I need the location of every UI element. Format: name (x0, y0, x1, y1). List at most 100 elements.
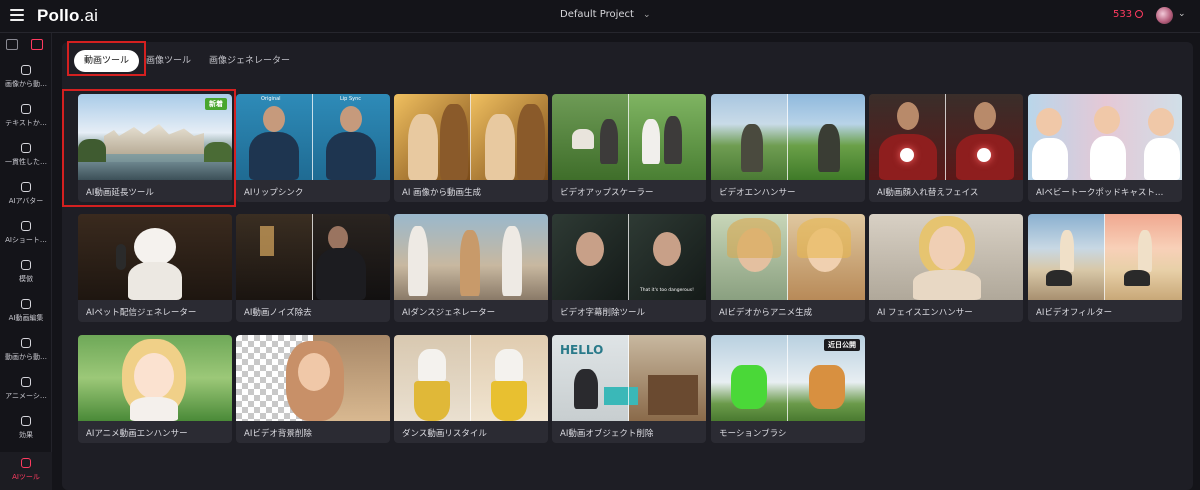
sidebar: 画像から動… テキストか… 一貫性した… AIアバター AIショート… 模倣 A… (0, 33, 52, 490)
split-divider (470, 335, 471, 421)
split-divider (312, 214, 313, 300)
tool-card-lip-sync[interactable]: Original Lip Sync AIリップシンク (236, 94, 390, 202)
body-shape (249, 132, 299, 180)
face-shape (576, 232, 604, 266)
sidebar-item-animation[interactable]: アニメーシ… (0, 377, 52, 415)
card-label: AIビデオからアニメ生成 (719, 308, 813, 318)
thumbnail (78, 214, 232, 300)
split-divider (945, 94, 946, 180)
image-mode-icon[interactable] (6, 39, 18, 50)
tool-card-dance[interactable]: AIダンスジェネレーター (394, 214, 548, 322)
thumbnail (869, 94, 1023, 180)
tool-card-video-extend[interactable]: 新着 AI動画延長ツール (78, 94, 232, 202)
thumbnail (236, 214, 390, 300)
credits-counter[interactable]: 533 (1113, 9, 1144, 20)
tool-card-object-remove[interactable]: HELLO AI動画オブジェクト削除 (552, 335, 706, 443)
tab-image-tools[interactable]: 画像ツール (136, 50, 201, 72)
laptop-shape (604, 387, 638, 405)
tool-card-upscaler[interactable]: ビデオアップスケーラー (552, 94, 706, 202)
hamburger-icon[interactable] (10, 9, 24, 23)
sidebar-item-mimic[interactable]: 模倣 (0, 260, 52, 298)
sidebar-item-ai-tools[interactable]: AIツール (0, 452, 52, 490)
hello-sign: HELLO (560, 343, 604, 357)
tool-card-video-to-anime[interactable]: AIビデオからアニメ生成 (711, 214, 865, 322)
split-divider (628, 94, 629, 180)
sidebar-item-text-to-video[interactable]: テキストか… (0, 104, 52, 142)
sidebar-item-short[interactable]: AIショート… (0, 221, 52, 259)
face-shape (653, 232, 681, 266)
card-label: AI動画ノイズ除去 (244, 308, 312, 318)
skirt-shape (414, 381, 450, 421)
tool-card-enhancer[interactable]: ビデオエンハンサー (711, 94, 865, 202)
tool-card-denoise[interactable]: AI動画ノイズ除去 (236, 214, 390, 322)
sidebar-item-label: 一貫性した… (5, 158, 47, 166)
thumbnail (1028, 214, 1182, 300)
avatar[interactable] (1156, 7, 1173, 24)
tree-shape (204, 142, 232, 164)
face-shape (134, 353, 174, 399)
thumbnail (236, 335, 390, 421)
logo[interactable]: Pollo.ai (37, 6, 98, 26)
tool-card-baby-podcast[interactable]: AIベビートークポッドキャスト… (1028, 94, 1182, 202)
video-mode-icon[interactable] (31, 39, 43, 50)
tool-card-bg-remove[interactable]: AIビデオ背景削除 (236, 335, 390, 443)
tool-card-anime-enhancer[interactable]: AIアニメ動画エンハンサー (78, 335, 232, 443)
tool-card-pet-stream[interactable]: AIペット配信ジェネレーター (78, 214, 232, 322)
thumbnail (394, 335, 548, 421)
tab-image-generator[interactable]: 画像ジェネレーター (199, 50, 300, 72)
thumbnail: Original Lip Sync (236, 94, 390, 180)
chevron-down-icon[interactable]: ⌄ (1178, 9, 1186, 19)
tool-card-motion-brush[interactable]: 近日公開 モーションブラシ (711, 335, 865, 443)
sidebar-item-label: 画像から動… (5, 80, 47, 88)
split-divider (628, 335, 629, 421)
original-tag: Original (261, 96, 281, 102)
body-shape (1032, 138, 1068, 180)
tool-card-image-to-video[interactable]: AI 画像から動画生成 (394, 94, 548, 202)
tool-card-face-swap[interactable]: AI動画顔入れ替えフェイス (869, 94, 1023, 202)
split-divider (1104, 214, 1105, 300)
chevron-down-icon: ⌄ (642, 10, 651, 20)
sidebar-item-video-edit[interactable]: AI動画編集 (0, 299, 52, 337)
sidebar-item-label: 効果 (19, 431, 33, 439)
tool-card-video-filter[interactable]: AIビデオフィルター (1028, 214, 1182, 322)
split-divider (787, 214, 788, 300)
skirt-shape (491, 381, 527, 421)
face-shape (328, 226, 348, 250)
person-shape (818, 124, 840, 172)
sidebar-item-video-to-video[interactable]: 動画から動… (0, 338, 52, 376)
sidebar-item-image-to-video[interactable]: 画像から動… (0, 65, 52, 103)
tool-card-subtitle-remove[interactable]: That it's too dangerous! ビデオ字幕削除ツール (552, 214, 706, 322)
tab-video-tools[interactable]: 動画ツール (74, 50, 140, 72)
sidebar-item-label: AIショート… (5, 236, 47, 244)
coin-icon (1135, 10, 1144, 18)
project-name: Default Project (560, 9, 634, 20)
split-divider (787, 94, 788, 180)
credits-value: 533 (1113, 9, 1133, 20)
mode-switch (0, 33, 51, 58)
tool-card-face-enhancer[interactable]: AI フェイスエンハンサー (869, 214, 1023, 322)
sidebar-item-effects[interactable]: 効果 (0, 416, 52, 454)
sidebar-item-label: AI動画編集 (8, 314, 44, 322)
person-shape (741, 124, 763, 172)
sidebar-item-consistent[interactable]: 一貫性した… (0, 143, 52, 181)
tool-card-dance-restyle[interactable]: ダンス動画リスタイル (394, 335, 548, 443)
thumbnail (552, 94, 706, 180)
shelf-shape (648, 375, 698, 415)
shirt-shape (495, 349, 523, 381)
sidebar-item-label: AIアバター (8, 197, 44, 205)
project-selector[interactable]: Default Project ⌄ (560, 9, 650, 20)
lip-sync-tag: Lip Sync (340, 96, 361, 102)
dog-shape (572, 129, 594, 149)
person-shape (600, 119, 618, 164)
cat-shape (809, 365, 845, 409)
thumbnail (78, 335, 232, 421)
effects-icon (21, 416, 31, 426)
logo-main: Pollo (37, 6, 80, 25)
face-shape (1148, 108, 1174, 136)
sidebar-item-avatar[interactable]: AIアバター (0, 182, 52, 220)
dog-body-shape (128, 262, 182, 300)
split-divider (628, 214, 629, 300)
card-label: ダンス動画リスタイル (402, 429, 487, 439)
face-shape (1094, 106, 1120, 134)
short-video-icon (21, 221, 31, 231)
